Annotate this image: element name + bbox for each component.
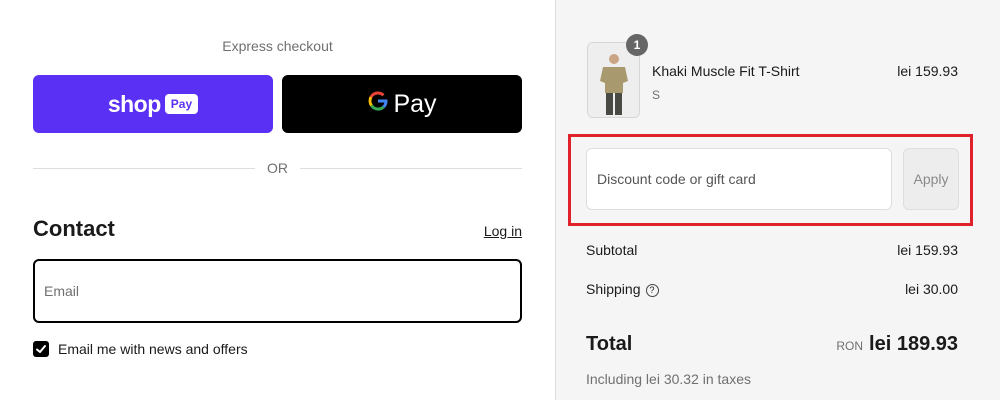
or-divider: OR: [33, 158, 522, 178]
newsletter-option[interactable]: Email me with news and offers: [33, 341, 248, 357]
email-field[interactable]: [33, 259, 522, 323]
shop-pay-badge: Pay: [164, 94, 199, 114]
shipping-value: lei 30.00: [905, 281, 958, 297]
google-pay-label: Pay: [393, 89, 437, 118]
total-label: Total: [586, 333, 633, 355]
checkmark-icon: [36, 345, 46, 353]
shipping-row-label: Shipping?: [586, 281, 659, 297]
order-summary-panel: 1 Khaki Muscle Fit T-Shirt S lei 159.93 …: [555, 0, 1000, 400]
contact-heading: Contact: [33, 216, 115, 241]
currency-code: RON: [836, 339, 864, 353]
email-input[interactable]: [35, 261, 520, 321]
subtotal-label: Subtotal: [586, 242, 638, 258]
tax-note: Including lei 30.32 in taxes: [586, 371, 751, 387]
shop-pay-button[interactable]: shop Pay: [33, 75, 273, 133]
google-pay-button[interactable]: Pay: [282, 75, 522, 133]
shop-pay-logo: shop: [107, 90, 161, 117]
or-label: OR: [267, 160, 288, 176]
checkout-form-panel: Express checkout shop Pay Pay OR Contact…: [0, 0, 555, 400]
log-in-link[interactable]: Log in: [484, 223, 522, 239]
quantity-badge: 1: [626, 34, 648, 56]
product-price: lei 159.93: [897, 63, 958, 79]
total-amount: RON lei 189.93: [836, 333, 958, 356]
google-g-icon: [367, 90, 389, 118]
apply-discount-button[interactable]: Apply: [903, 148, 959, 210]
subtotal-value: lei 159.93: [897, 242, 958, 258]
newsletter-label: Email me with news and offers: [58, 341, 248, 357]
discount-code-input[interactable]: [587, 149, 891, 209]
discount-code-field[interactable]: [586, 148, 892, 210]
express-checkout-title: Express checkout: [222, 38, 333, 54]
newsletter-checkbox[interactable]: [33, 341, 49, 357]
divider-line: [300, 167, 522, 169]
shipping-label: Shipping: [586, 281, 641, 297]
product-name: Khaki Muscle Fit T-Shirt: [652, 63, 800, 79]
help-icon[interactable]: ?: [645, 283, 659, 297]
total-value: lei 189.93: [869, 333, 958, 355]
divider-line: [33, 167, 255, 169]
product-variant: S: [652, 88, 661, 102]
